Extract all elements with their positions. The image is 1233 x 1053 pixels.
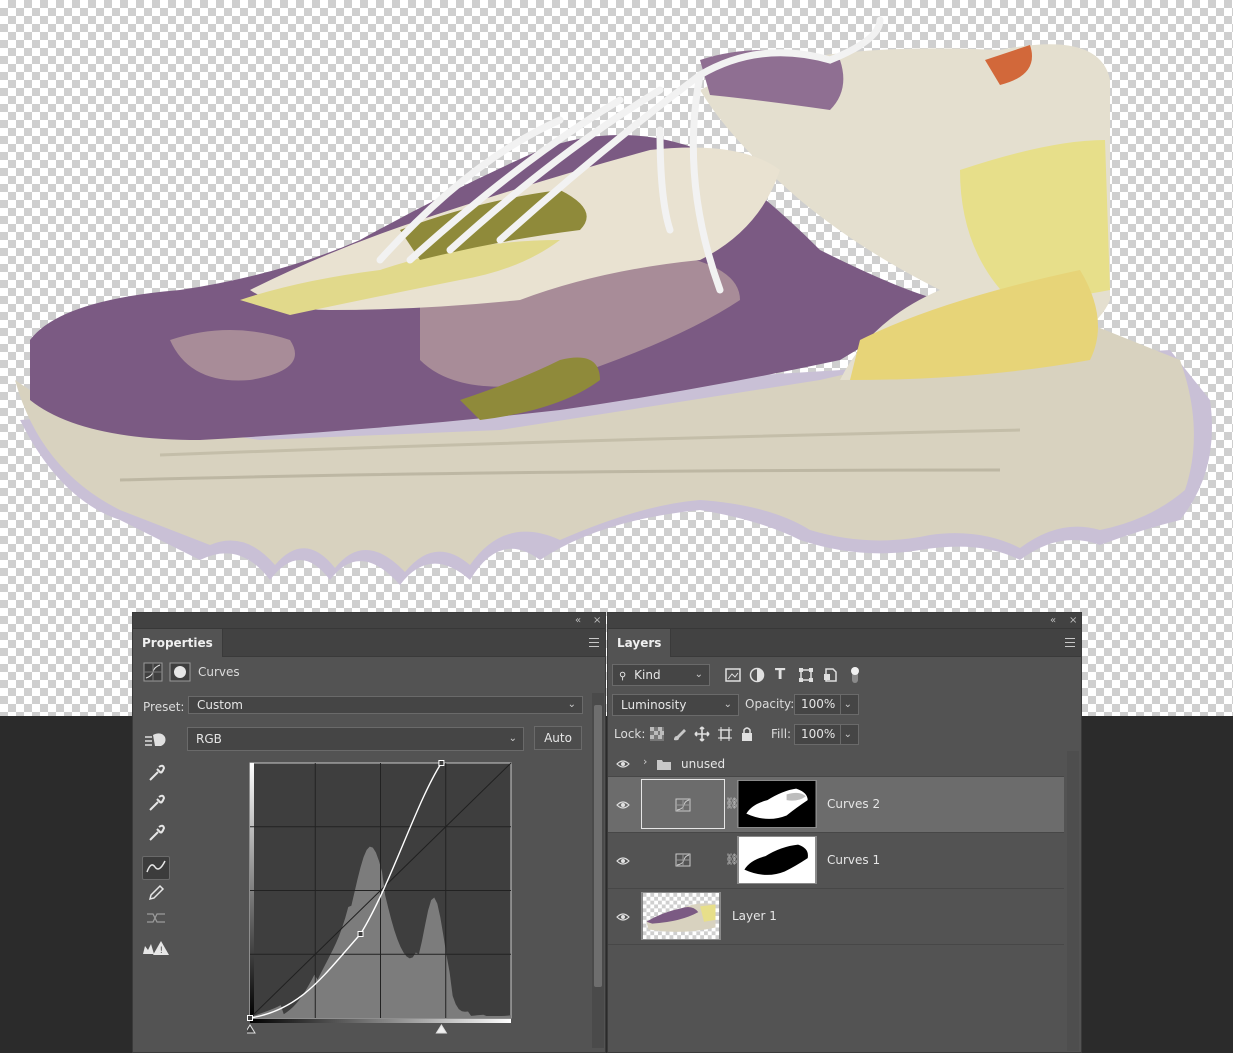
layers-tabrow: Layers: [608, 629, 1081, 657]
close-icon[interactable]: ×: [593, 614, 601, 628]
filter-type-icon[interactable]: T: [775, 665, 785, 683]
blend-mode-value: Luminosity: [621, 698, 687, 712]
properties-topbar: « ×: [133, 613, 605, 629]
output-gradient-bar: [250, 1019, 511, 1023]
lock-transparent-pixels-icon[interactable]: [650, 727, 664, 741]
properties-scrollbar[interactable]: [592, 693, 604, 1048]
opacity-field[interactable]: 100% ⌄: [794, 694, 859, 715]
lock-label: Lock:: [614, 727, 646, 741]
kind-filter-dropdown[interactable]: ⚲ Kind ⌄: [612, 664, 710, 686]
curves-adjustment-icon[interactable]: [143, 662, 163, 682]
filter-smart-object-icon[interactable]: [822, 667, 838, 683]
layer-pixel-thumbnail[interactable]: [641, 892, 721, 940]
targeted-adjustment-icon[interactable]: [143, 729, 169, 749]
kind-label: Kind: [634, 668, 661, 682]
visibility-eye-icon[interactable]: [616, 910, 630, 924]
black-point-slider[interactable]: [247, 1024, 256, 1034]
sample-black-eyedropper-icon[interactable]: [142, 763, 170, 787]
properties-tabrow: Properties: [133, 629, 605, 657]
blend-mode-dropdown[interactable]: Luminosity ⌄: [612, 694, 739, 716]
close-icon[interactable]: ×: [1069, 614, 1077, 628]
scroll-thumb[interactable]: [594, 705, 602, 987]
chevron-down-icon: ⌄: [508, 733, 517, 744]
layer-row-curves-1[interactable]: ⛓ Curves 1: [608, 833, 1064, 889]
layer-name: Curves 1: [827, 853, 881, 867]
layer-name: Curves 2: [827, 797, 881, 811]
filter-adjustment-icon[interactable]: [749, 667, 765, 683]
layer-mask-thumbnail[interactable]: [737, 836, 817, 884]
curves-adjustment-icon: [675, 798, 691, 812]
sample-white-eyedropper-icon[interactable]: [142, 823, 170, 847]
chevron-right-icon[interactable]: ›: [643, 755, 647, 768]
layer-name: unused: [681, 757, 726, 771]
document-canvas[interactable]: [0, 0, 1233, 716]
white-point-slider[interactable]: [435, 1024, 448, 1034]
channel-value: RGB: [196, 732, 222, 746]
lock-all-icon[interactable]: [740, 726, 754, 742]
adjustment-name: Curves: [198, 665, 240, 679]
opacity-label: Opacity:: [745, 697, 795, 711]
layers-panel: « × Layers ⚲ Kind ⌄ T Luminosity ⌄ Opaci…: [607, 612, 1082, 1053]
layer-row-group[interactable]: › unused: [608, 751, 1064, 777]
properties-panel: « × Properties Curves Preset: Custom ⌄ R…: [132, 612, 606, 1053]
panel-menu-icon[interactable]: [589, 638, 599, 647]
layer-row-curves-2[interactable]: ⛓ Curves 2: [608, 777, 1064, 833]
tab-properties[interactable]: Properties: [133, 629, 223, 657]
curves-graph[interactable]: [247, 760, 517, 1040]
edit-points-curve-icon[interactable]: [142, 856, 170, 880]
smooth-curve-icon[interactable]: [142, 908, 170, 932]
filter-pixel-icon[interactable]: [725, 667, 741, 683]
filter-shape-icon[interactable]: [798, 667, 814, 683]
sample-gray-eyedropper-icon[interactable]: [142, 793, 170, 817]
layer-name: Layer 1: [732, 909, 777, 923]
visibility-eye-icon[interactable]: [616, 854, 630, 868]
curve-control-point[interactable]: [247, 1015, 253, 1021]
curve-control-point[interactable]: [357, 931, 364, 937]
collapse-icon[interactable]: «: [575, 614, 581, 628]
chevron-down-icon: ⌄: [839, 695, 852, 714]
layers-topbar: « ×: [608, 613, 1081, 629]
curve-control-point[interactable]: [438, 760, 445, 766]
chevron-down-icon: ⌄: [839, 725, 852, 744]
shoe-image: [15, 16, 1212, 585]
panel-menu-icon[interactable]: [1065, 638, 1075, 647]
tab-layers[interactable]: Layers: [608, 629, 672, 657]
collapse-icon[interactable]: «: [1050, 614, 1056, 628]
layers-list: › unused ⛓ Curves 2 ⛓ Curves 1 Layer 1: [608, 751, 1066, 1051]
layer-row-layer-1[interactable]: Layer 1: [608, 889, 1064, 945]
filter-toggle-icon[interactable]: [849, 665, 861, 685]
mask-icon[interactable]: [169, 662, 191, 682]
channel-dropdown[interactable]: RGB ⌄: [187, 727, 524, 751]
lock-image-pixels-icon[interactable]: [672, 726, 688, 742]
fill-value: 100%: [801, 727, 836, 741]
preset-dropdown[interactable]: Custom ⌄: [188, 696, 583, 714]
clipping-warning-icon[interactable]: !: [142, 938, 170, 962]
visibility-eye-icon[interactable]: [616, 757, 630, 771]
adjustment-thumbnail[interactable]: [641, 779, 725, 829]
chevron-down-icon: ⌄: [694, 669, 703, 680]
draw-pencil-icon[interactable]: [142, 882, 170, 906]
layers-scrollbar[interactable]: [1067, 751, 1079, 1051]
svg-text:!: !: [160, 946, 164, 956]
auto-button[interactable]: Auto: [534, 726, 582, 750]
lock-artboard-icon[interactable]: [717, 726, 733, 742]
search-icon: ⚲: [619, 671, 627, 682]
chevron-down-icon: ⌄: [567, 699, 576, 710]
visibility-eye-icon[interactable]: [616, 798, 630, 812]
curves-adjustment-icon[interactable]: [675, 853, 691, 867]
fill-label: Fill:: [771, 727, 792, 741]
fill-field[interactable]: 100% ⌄: [794, 724, 859, 745]
preset-value: Custom: [197, 698, 243, 712]
folder-icon: [657, 760, 671, 770]
preset-label: Preset:: [143, 700, 185, 714]
chevron-down-icon: ⌄: [723, 699, 732, 710]
opacity-value: 100%: [801, 697, 836, 711]
lock-position-icon[interactable]: [694, 726, 710, 742]
layer-mask-thumbnail[interactable]: [737, 780, 817, 828]
